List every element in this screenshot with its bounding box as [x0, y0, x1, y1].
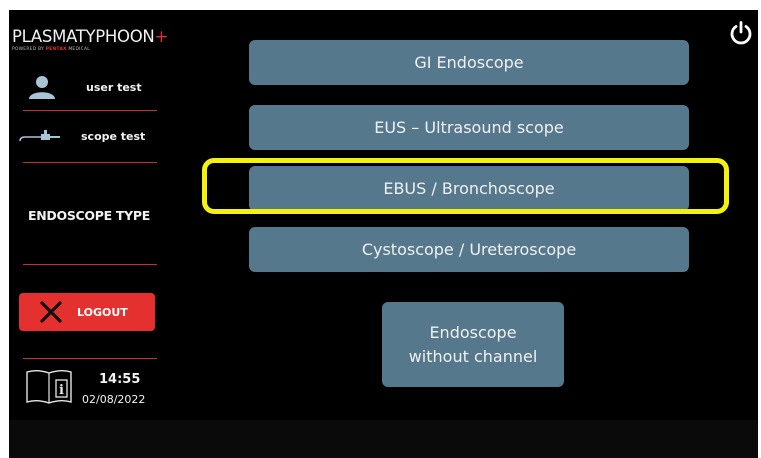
divider [23, 358, 157, 359]
endoscope-icon [19, 130, 60, 142]
logout-button[interactable]: LOGOUT [19, 293, 155, 331]
clock-time: 14:55 [99, 372, 141, 387]
close-icon [40, 301, 62, 323]
gi-endoscope-button[interactable]: GI Endoscope [249, 40, 689, 85]
selection-highlight [202, 158, 729, 214]
user-icon [29, 76, 55, 99]
user-row[interactable]: user test [26, 73, 166, 101]
brand-logo: PLASMATYPHOON+ [12, 27, 168, 46]
scope-label: scope test [81, 129, 146, 143]
no-channel-button[interactable]: Endoscope without channel [382, 302, 564, 387]
device-screen: PLASMATYPHOON+ POWERED BY PENTAX MEDICAL… [9, 10, 758, 458]
divider [23, 110, 157, 111]
user-label: user test [86, 80, 142, 94]
scope-row[interactable]: scope test [19, 124, 169, 148]
powered-by: POWERED BY PENTAX MEDICAL [12, 47, 90, 52]
sidebar: PLASMATYPHOON+ POWERED BY PENTAX MEDICAL… [9, 10, 169, 420]
cystoscope-button[interactable]: Cystoscope / Ureteroscope [249, 227, 689, 272]
power-icon[interactable] [729, 21, 753, 45]
bottom-bar [9, 420, 758, 458]
divider [23, 162, 157, 163]
clock-date: 02/08/2022 [82, 393, 146, 406]
svg-text:i: i [59, 383, 64, 398]
section-title: ENDOSCOPE TYPE [28, 208, 150, 223]
no-channel-line2: without channel [408, 346, 538, 366]
logout-label: LOGOUT [77, 305, 128, 319]
divider [23, 264, 157, 265]
no-channel-line1: Endoscope [429, 322, 517, 342]
manual-info-icon[interactable]: i [25, 368, 73, 406]
eus-scope-button[interactable]: EUS – Ultrasound scope [249, 105, 689, 150]
